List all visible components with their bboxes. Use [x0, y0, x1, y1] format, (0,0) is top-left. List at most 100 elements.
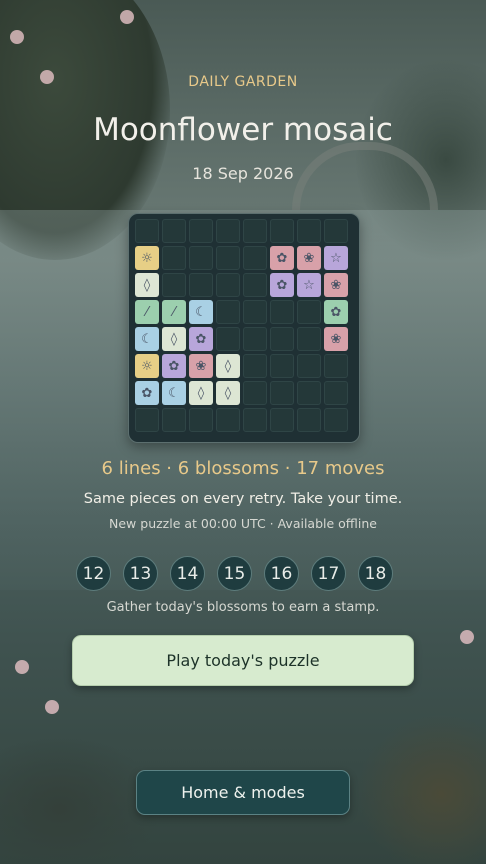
board-cell	[162, 246, 186, 270]
play-today-button[interactable]: Play today's puzzle	[72, 635, 414, 686]
drop-icon: ◊	[170, 331, 178, 347]
board-piece: ✿	[270, 273, 294, 297]
board-cell	[162, 219, 186, 243]
leaf-icon: ⁄	[145, 304, 149, 320]
board-cell	[297, 219, 321, 243]
flower-icon: ❀	[330, 277, 342, 293]
board-piece: ☆	[324, 246, 348, 270]
day-badge: 18	[358, 556, 393, 591]
board-cell	[216, 327, 240, 351]
board-cell	[297, 381, 321, 405]
board-cell	[324, 408, 348, 432]
board-piece: ☆	[297, 273, 321, 297]
board-cell	[270, 219, 294, 243]
board-piece: ❀	[297, 246, 321, 270]
board-piece: ☾	[189, 300, 213, 324]
puzzle-date: 18 Sep 2026	[192, 164, 294, 183]
board-piece: ⁄	[162, 300, 186, 324]
board-cell	[270, 381, 294, 405]
board-cell	[189, 273, 213, 297]
drop-icon: ◊	[224, 358, 232, 374]
moon-icon: ☾	[168, 385, 180, 401]
blossom-icon: ✿	[168, 358, 180, 374]
day-badge: 17	[311, 556, 346, 591]
flower-icon: ❀	[303, 250, 315, 266]
board-cell	[297, 354, 321, 378]
star-icon: ☆	[330, 250, 342, 266]
stamp-hint: Gather today's blossoms to earn a stamp.	[106, 600, 380, 615]
board-cell	[216, 246, 240, 270]
flower-icon: ❀	[330, 331, 342, 347]
board-piece: ☾	[162, 381, 186, 405]
board-cell	[216, 408, 240, 432]
board-cell	[135, 219, 159, 243]
day-badge: 15	[217, 556, 252, 591]
board-cell	[243, 381, 267, 405]
retry-note: Same pieces on every retry. Take your ti…	[83, 491, 403, 507]
board-cell	[162, 273, 186, 297]
board-piece: ❀	[324, 273, 348, 297]
board-cell	[270, 300, 294, 324]
board-cell	[297, 408, 321, 432]
moon-icon: ☾	[141, 331, 153, 347]
board-piece: ◊	[189, 381, 213, 405]
board-cell	[162, 408, 186, 432]
day-badge: 12	[76, 556, 111, 591]
board-piece: ❀	[189, 354, 213, 378]
board-piece: ☼	[135, 246, 159, 270]
board-piece: ◊	[216, 354, 240, 378]
board-cell	[135, 408, 159, 432]
board-cell	[243, 219, 267, 243]
board-piece: ❀	[324, 327, 348, 351]
blossom-icon: ✿	[276, 250, 288, 266]
day-badge: 13	[123, 556, 158, 591]
leaf-icon: ⁄	[172, 304, 176, 320]
flower-icon: ❀	[195, 358, 207, 374]
day-badge: 16	[264, 556, 299, 591]
puzzle-stats: 6 lines · 6 blossoms · 17 moves	[101, 458, 385, 479]
board-piece: ✿	[162, 354, 186, 378]
board-piece: ☼	[135, 354, 159, 378]
board-piece: ✿	[270, 246, 294, 270]
board-cell	[189, 408, 213, 432]
page-title: Moonflower mosaic	[93, 112, 393, 148]
drop-icon: ◊	[143, 277, 151, 293]
drop-icon: ◊	[197, 385, 205, 401]
board-cell	[324, 354, 348, 378]
board-cell	[324, 219, 348, 243]
board-cell	[243, 273, 267, 297]
board-cell	[216, 219, 240, 243]
board-cell	[324, 381, 348, 405]
board-cell	[189, 246, 213, 270]
blossom-icon: ✿	[195, 331, 207, 347]
day-badge: 14	[170, 556, 205, 591]
board-piece: ✿	[135, 381, 159, 405]
board-cell	[243, 408, 267, 432]
board-cell	[216, 300, 240, 324]
board-cell	[243, 300, 267, 324]
board-cell	[270, 408, 294, 432]
star-icon: ☆	[303, 277, 315, 293]
blossom-icon: ✿	[330, 304, 342, 320]
board-grid: ☼ ✿ ❀ ☆ ◊ ✿ ☆ ❀ ⁄ ⁄ ☾ ✿ ☾ ◊ ✿ ❀ ☼ ✿ ❀ ◊ ✿ ☾ ◊ ◊	[135, 219, 348, 432]
drop-icon: ◊	[224, 385, 232, 401]
blossom-icon: ✿	[276, 277, 288, 293]
moon-icon: ☾	[195, 304, 207, 320]
board-piece: ✿	[189, 327, 213, 351]
board-cell	[243, 246, 267, 270]
blossom-icon: ✿	[141, 385, 153, 401]
board-piece: ◊	[162, 327, 186, 351]
board-piece: ☾	[135, 327, 159, 351]
board-cell	[216, 273, 240, 297]
home-modes-button[interactable]: Home & modes	[136, 770, 350, 815]
board-cell	[243, 354, 267, 378]
board-cell	[243, 327, 267, 351]
eyebrow-label: DAILY GARDEN	[188, 74, 298, 90]
board-cell	[270, 327, 294, 351]
schedule-note: New puzzle at 00:00 UTC · Available offl…	[109, 516, 377, 531]
board-cell	[189, 219, 213, 243]
sun-icon: ☼	[141, 250, 153, 266]
board-cell	[297, 300, 321, 324]
sun-icon: ☼	[141, 358, 153, 374]
board-piece: ◊	[216, 381, 240, 405]
